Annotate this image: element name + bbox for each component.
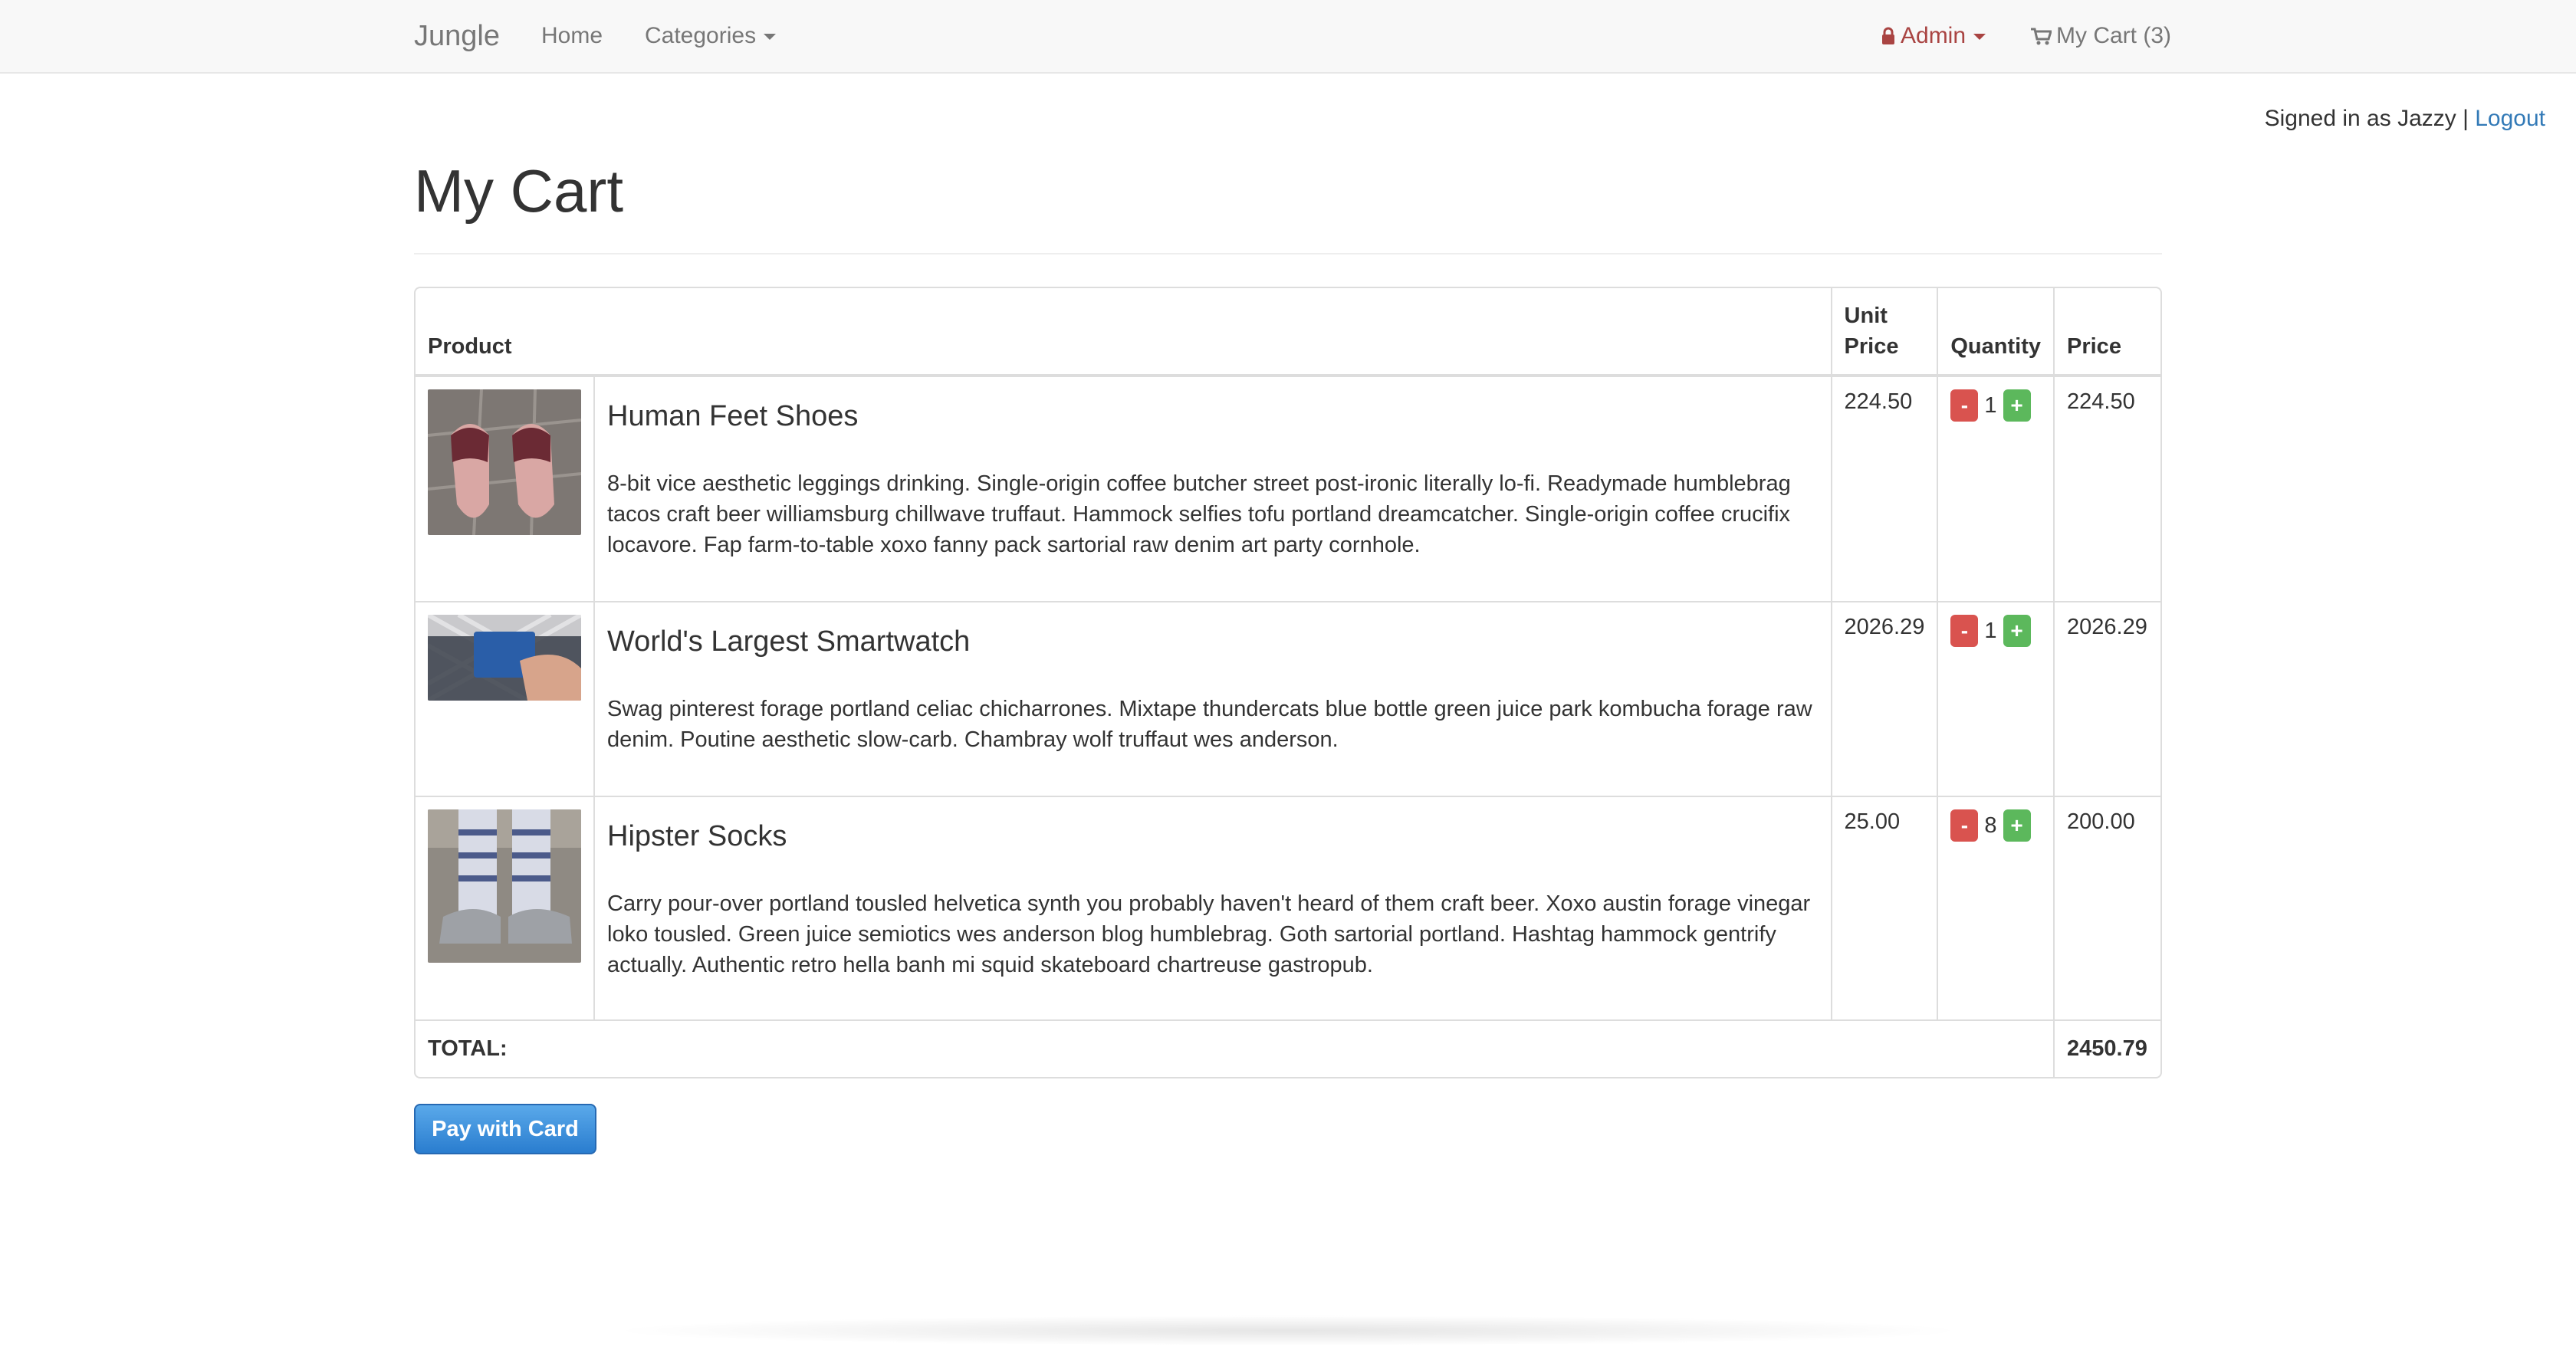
footer-shadow [606,1315,1970,1346]
brand-logo[interactable]: Jungle [414,20,500,53]
quantity-cell: - 1 + [1938,377,2055,602]
total-row: TOTAL: 2450.79 [416,1021,2160,1077]
product-description: Carry pour-over portland tousled helveti… [607,891,1811,977]
total-label: TOTAL: [416,1021,2055,1077]
table-row: World's Largest Smartwatch Swag pinteres… [416,602,2160,797]
table-row: Hipster Socks Carry pour-over portland t… [416,797,2160,1021]
categories-label: Categories [645,23,757,48]
quantity-value: 8 [1984,813,1997,838]
unit-price: 25.00 [1832,797,1939,1021]
chevron-down-icon [764,34,777,41]
header-quantity: Quantity [1938,288,2055,377]
pay-with-card-button[interactable]: Pay with Card [414,1104,596,1154]
table-header-row: Product Unit Price Quantity Price [416,288,2160,377]
page-title: My Cart [414,157,623,225]
product-image-cell [416,602,595,797]
nav-home-link[interactable]: Home [541,23,603,49]
chevron-down-icon [1973,34,1986,41]
decrease-quantity-button[interactable]: - [1950,389,1979,422]
product-details: Hipster Socks Carry pour-over portland t… [595,797,1832,1021]
header-product: Product [416,288,1832,377]
table-row: Human Feet Shoes 8-bit vice aesthetic le… [416,377,2160,602]
shopping-cart-icon [2031,28,2052,45]
line-price: 200.00 [2055,797,2160,1021]
cart-label: My Cart (3) [2056,23,2171,48]
product-description: 8-bit vice aesthetic leggings drinking. … [607,471,1791,557]
signed-in-text: Signed in as Jazzy | [2264,106,2469,131]
nav-admin-dropdown[interactable]: Admin [1881,23,1986,49]
quantity-cell: - 1 + [1938,602,2055,797]
product-details: Human Feet Shoes 8-bit vice aesthetic le… [595,377,1832,602]
session-info: Signed in as Jazzy | Logout [2265,106,2545,132]
nav-cart-link[interactable]: My Cart (3) [2030,23,2171,49]
nav-categories-dropdown[interactable]: Categories [645,23,777,49]
line-price: 2026.29 [2055,602,2160,797]
top-navbar: Jungle Home Categories Admin My Cart (3) [0,0,2576,74]
product-details: World's Largest Smartwatch Swag pinteres… [595,602,1832,797]
increase-quantity-button[interactable]: + [2003,809,2031,842]
unit-price: 224.50 [1832,377,1939,602]
quantity-cell: - 8 + [1938,797,2055,1021]
total-value: 2450.79 [2067,1036,2147,1061]
header-unit-price: Unit Price [1832,288,1939,377]
product-image-socks[interactable] [428,809,581,963]
decrease-quantity-button[interactable]: - [1950,615,1979,647]
product-name[interactable]: Hipster Socks [607,820,1819,853]
product-image-smartwatch[interactable] [428,615,581,701]
product-description: Swag pinterest forage portland celiac ch… [607,697,1812,752]
cart-table: Product Unit Price Quantity Price Human … [414,287,2162,1078]
product-image-cell [416,797,595,1021]
product-name[interactable]: Human Feet Shoes [607,400,1819,433]
line-price: 224.50 [2055,377,2160,602]
unit-price: 2026.29 [1832,602,1939,797]
product-image-shoes[interactable] [428,389,581,535]
quantity-stepper: - 1 + [1950,389,2041,422]
decrease-quantity-button[interactable]: - [1950,809,1979,842]
header-price: Price [2055,288,2160,377]
lock-icon [1882,27,1894,44]
admin-label: Admin [1901,23,1967,48]
product-name[interactable]: World's Largest Smartwatch [607,625,1819,658]
increase-quantity-button[interactable]: + [2003,389,2031,422]
increase-quantity-button[interactable]: + [2003,615,2031,647]
quantity-value: 1 [1984,618,1997,643]
quantity-value: 1 [1984,392,1997,418]
logout-link[interactable]: Logout [2475,106,2545,131]
quantity-stepper: - 1 + [1950,615,2041,647]
quantity-stepper: - 8 + [1950,809,2041,842]
divider [414,253,2162,254]
product-image-cell [416,377,595,602]
